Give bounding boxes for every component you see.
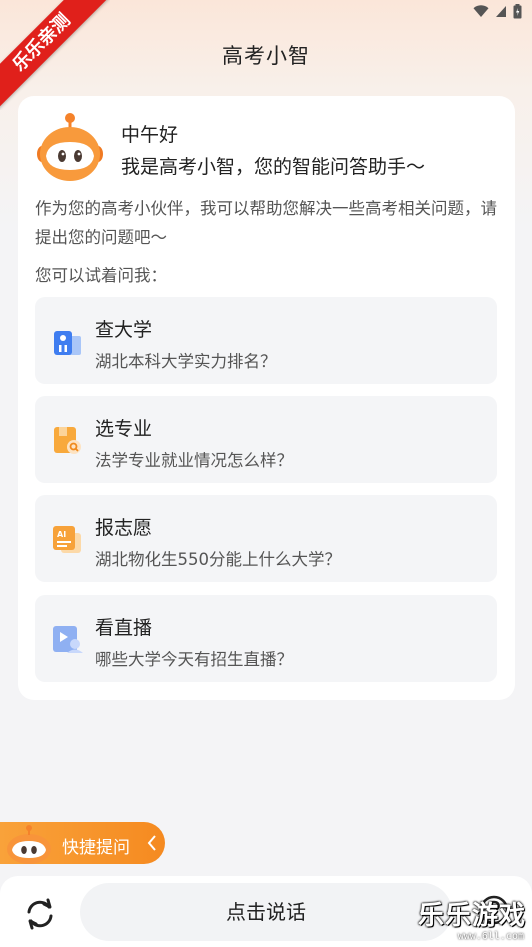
question-desc: 湖北物化生550分能上什么大学？: [95, 550, 341, 569]
try-asking-label: 您可以试着问我：: [35, 266, 167, 285]
question-title: 看直播: [95, 617, 153, 639]
watermark-url: www.6ll.com: [457, 931, 524, 942]
question-desc: 法学专业就业情况怎么样？: [95, 451, 293, 470]
battery-icon: [513, 3, 522, 18]
university-icon: [54, 331, 81, 355]
assistant-subtitle: 我是高考小智，您的智能问答助手～: [121, 156, 426, 178]
question-item-major[interactable]: 选专业 法学专业就业情况怎么样？: [35, 396, 497, 483]
question-title: 查大学: [95, 319, 153, 341]
signal-icon: [496, 5, 506, 17]
svg-text:AI: AI: [57, 530, 66, 539]
ribbon-text: 乐乐亲测: [0, 0, 110, 110]
robot-avatar-icon: [37, 113, 103, 181]
question-item-application[interactable]: AI 报志愿 湖北物化生550分能上什么大学？: [35, 495, 497, 582]
quick-ask-label: 快捷提问: [62, 838, 130, 858]
major-book-icon: [54, 427, 81, 454]
assistant-card: 中午好 我是高考小智，您的智能问答助手～ 作为您的高考小伙伴，我可以帮助您解决一…: [18, 96, 515, 700]
quick-ask-button[interactable]: 快捷提问: [0, 822, 165, 864]
corner-ribbon: 乐乐亲测: [0, 0, 110, 110]
refresh-icon[interactable]: [22, 896, 58, 932]
wifi-icon: [473, 4, 489, 17]
intro-text: 作为您的高考小伙伴，我可以帮助您解决一些高考相关问题，请提出您的问题吧～: [35, 199, 497, 247]
status-bar: [473, 3, 522, 19]
question-item-livestream[interactable]: 看直播 哪些大学今天有招生直播？: [35, 595, 497, 682]
watermark-text: 乐乐游戏: [417, 901, 526, 931]
live-stream-icon: [53, 626, 83, 653]
site-watermark: 乐乐游戏 www.6ll.com: [414, 895, 526, 945]
robot-mini-icon: [7, 825, 51, 864]
question-title: 选专业: [95, 418, 153, 440]
question-title: 报志愿: [95, 517, 153, 539]
question-desc: 哪些大学今天有招生直播？: [95, 650, 293, 669]
ai-application-icon: AI: [53, 526, 81, 553]
chevron-left-icon: [147, 835, 156, 851]
greeting-text: 中午好: [121, 124, 179, 146]
voice-input-button[interactable]: 点击说话: [80, 883, 452, 941]
question-desc: 湖北本科大学实力排名？: [95, 352, 277, 371]
question-item-university[interactable]: 查大学 湖北本科大学实力排名？: [35, 297, 497, 384]
